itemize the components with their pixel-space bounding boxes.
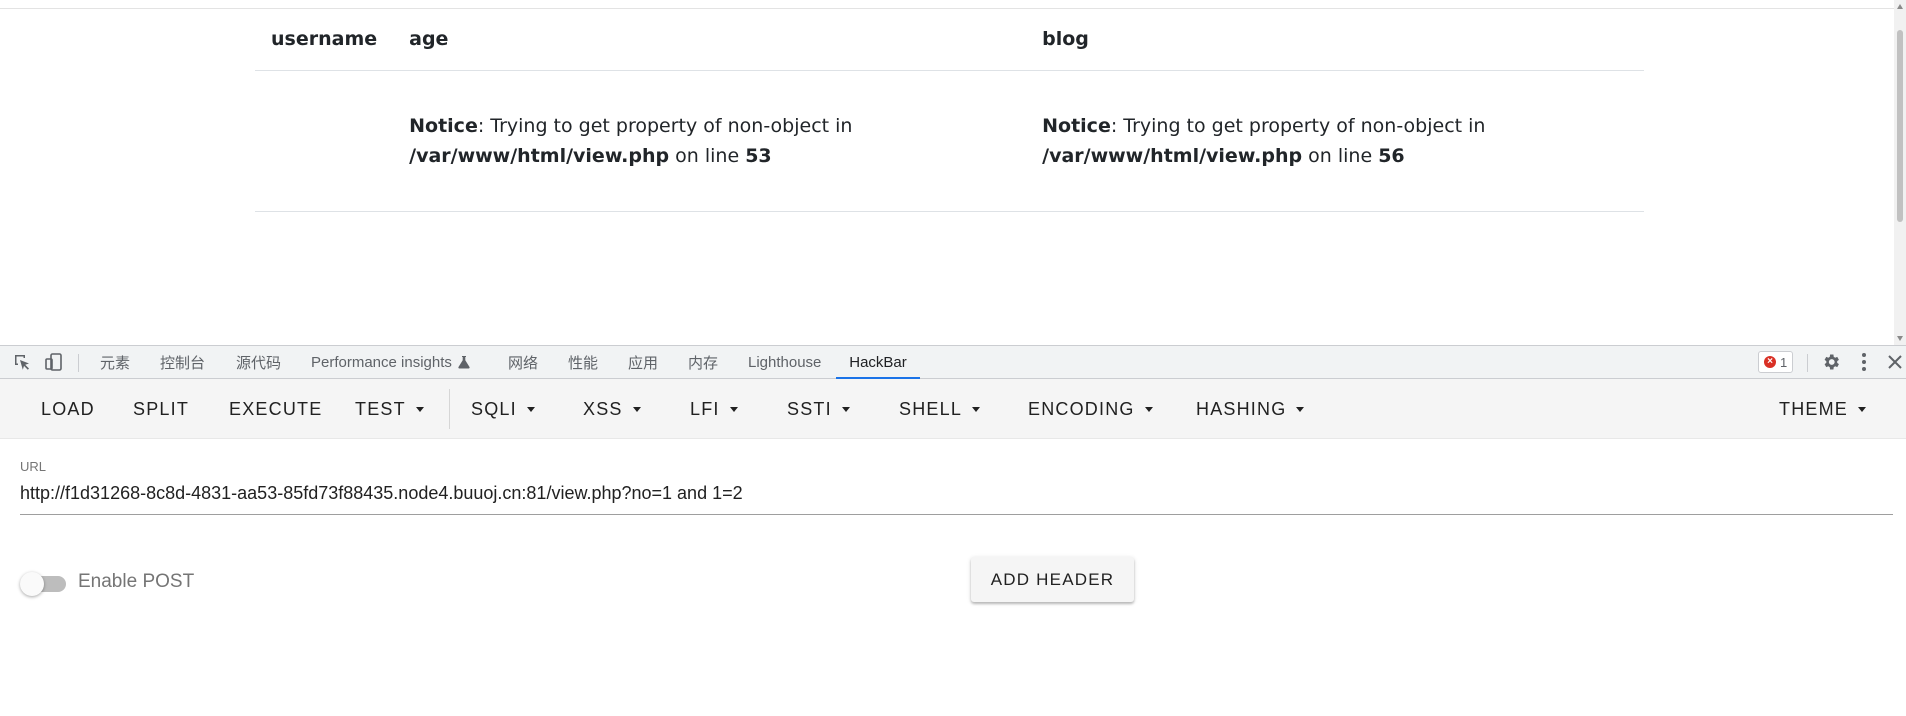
sqli-menu-label: SQLI [471,398,517,419]
cell-age: Notice: Trying to get property of non-ob… [393,70,1027,212]
error-icon: × [1764,356,1776,368]
flask-icon [458,356,470,369]
shell-menu-label: SHELL [899,398,963,419]
page-scrollbar[interactable] [1894,0,1906,345]
tab-application[interactable]: 应用 [628,346,658,378]
hackbar-body: URL Enable POST ADD HEADER [0,439,1906,716]
table-row: Notice: Trying to get property of non-ob… [255,70,1644,212]
hashing-menu-label: HASHING [1196,398,1287,419]
caret-down-icon [632,406,641,412]
notice-on-line: on line [1308,144,1373,167]
page-viewport: username age blog Notice: Trying to get … [0,0,1906,345]
scroll-up-arrow-icon[interactable] [1897,4,1903,9]
notice-path: /var/www/html/view.php [409,144,670,167]
enable-post-label: Enable POST [78,571,195,592]
cell-username [255,70,394,212]
caret-down-icon [526,406,535,412]
tab-performance-insights[interactable]: Performance insights [311,346,470,378]
toggle-knob [20,572,44,596]
url-input[interactable] [20,477,1893,515]
xss-menu-button[interactable]: XSS [583,379,641,439]
inspect-element-icon[interactable] [8,346,36,378]
test-menu-button[interactable]: TEST [355,379,424,439]
tab-hackbar[interactable]: HackBar [836,346,920,379]
notice-line-number: 53 [745,144,772,167]
tab-performance[interactable]: 性能 [568,346,598,378]
caret-down-icon [1296,406,1305,412]
notice-label: Notice [1042,114,1111,137]
error-count-badge[interactable]: × 1 [1758,351,1794,373]
cell-blog: Notice: Trying to get property of non-ob… [1026,70,1644,212]
tab-performance-insights-label: Performance insights [311,353,452,371]
toolbar-divider [449,389,450,429]
caret-down-icon [841,406,850,412]
notice-message: : Trying to get property of non-object i… [477,114,853,137]
notice-path: /var/www/html/view.php [1042,144,1303,167]
more-vert-icon[interactable] [1852,346,1876,378]
ssti-menu-button[interactable]: SSTI [787,379,850,439]
notice-message: : Trying to get property of non-object i… [1110,114,1486,137]
execute-button[interactable]: EXECUTE [229,379,322,439]
tab-sources[interactable]: 源代码 [236,346,281,378]
gear-icon[interactable] [1817,346,1845,378]
error-count: 1 [1780,354,1788,370]
url-label: URL [20,459,47,474]
device-toolbar-icon[interactable] [40,346,68,378]
shell-menu-button[interactable]: SHELL [899,379,981,439]
tab-console[interactable]: 控制台 [160,346,205,378]
enable-post-toggle[interactable] [20,570,68,596]
test-menu-label: TEST [355,398,406,419]
header-age: age [393,9,1027,71]
add-header-button[interactable]: ADD HEADER [971,557,1134,602]
xss-menu-label: XSS [583,398,623,419]
tab-memory[interactable]: 内存 [688,346,718,378]
lfi-menu-button[interactable]: LFI [690,379,738,439]
table-header-row: username age blog [255,9,1644,71]
encoding-menu-button[interactable]: ENCODING [1028,379,1153,439]
toolbar-divider [78,354,79,372]
theme-menu-label: THEME [1779,398,1848,419]
notice-line-number: 56 [1378,144,1405,167]
caret-down-icon [972,406,981,412]
caret-down-icon [1858,406,1866,412]
scroll-down-arrow-icon[interactable] [1897,336,1903,341]
notice-label: Notice [409,114,478,137]
tab-lighthouse[interactable]: Lighthouse [748,346,821,378]
header-blog: blog [1026,9,1644,71]
user-table: username age blog Notice: Trying to get … [255,9,1644,212]
tab-network[interactable]: 网络 [508,346,538,378]
theme-menu-button[interactable]: THEME [1779,379,1866,439]
caret-down-icon [415,406,424,412]
encoding-menu-label: ENCODING [1028,398,1135,419]
sqli-menu-button[interactable]: SQLI [471,379,535,439]
hackbar-toolbar: LOAD SPLIT EXECUTE TEST SQLI XSS LFI SST… [0,379,1906,439]
scroll-thumb[interactable] [1897,30,1903,222]
caret-down-icon [729,406,738,412]
lfi-menu-label: LFI [690,398,720,419]
hashing-menu-button[interactable]: HASHING [1196,379,1305,439]
tab-elements[interactable]: 元素 [100,346,130,378]
caret-down-icon [1144,406,1153,412]
split-button[interactable]: SPLIT [133,379,189,439]
ssti-menu-label: SSTI [787,398,832,419]
header-username: username [255,9,394,71]
devtools-tab-bar: 元素 控制台 源代码 Performance insights 网络 性能 应用… [0,345,1906,379]
notice-on-line: on line [675,144,740,167]
load-button[interactable]: LOAD [41,379,95,439]
close-icon[interactable] [1884,346,1906,378]
toolbar-divider [1807,354,1808,372]
